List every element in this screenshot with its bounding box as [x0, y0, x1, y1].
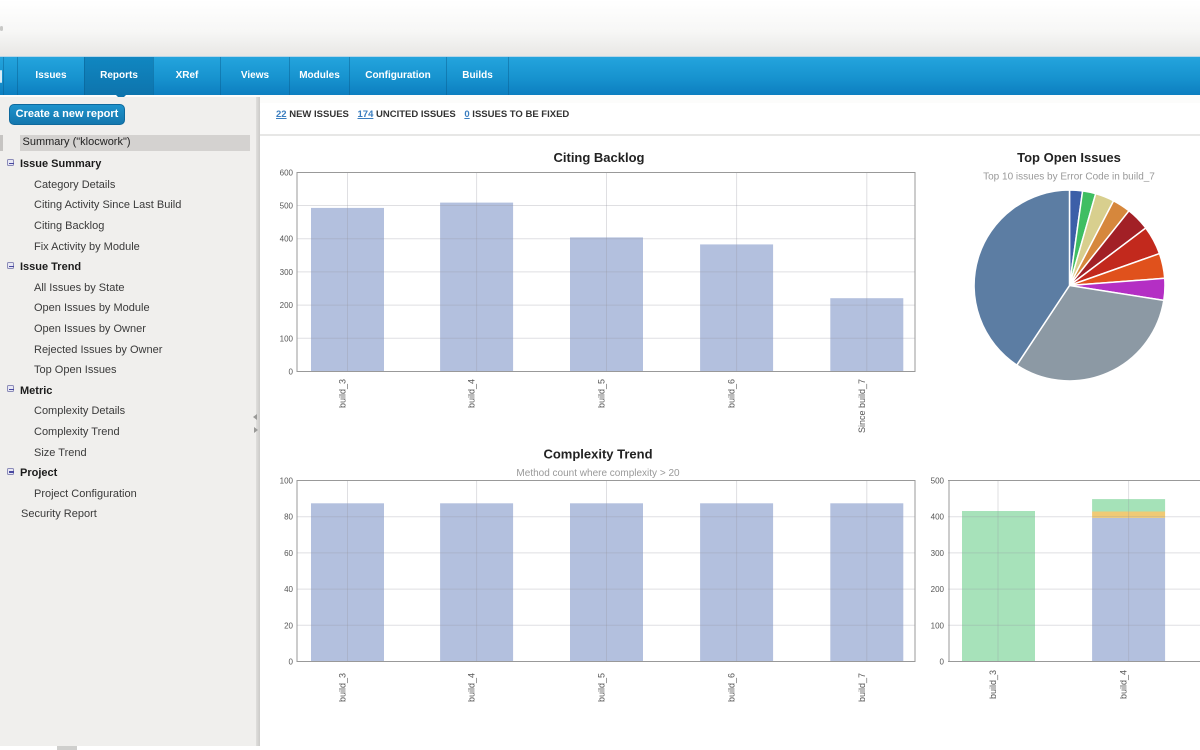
svg-text:Complexity Trend: Complexity Trend [543, 447, 652, 462]
svg-text:build_3: build_3 [338, 379, 348, 408]
svg-text:Since build_7: Since build_7 [857, 379, 867, 433]
svg-text:400: 400 [280, 235, 294, 244]
svg-text:400: 400 [931, 513, 945, 522]
svg-text:300: 300 [280, 268, 294, 277]
svg-text:Top 10 issues by Error Code in: Top 10 issues by Error Code in build_7 [983, 172, 1155, 183]
svg-text:40: 40 [284, 585, 293, 594]
svg-text:build_4: build_4 [467, 379, 477, 408]
svg-text:100: 100 [280, 477, 294, 486]
svg-text:build_3: build_3 [338, 673, 348, 702]
svg-text:100: 100 [931, 621, 945, 630]
svg-text:0: 0 [289, 368, 294, 377]
svg-text:build_6: build_6 [727, 673, 737, 702]
svg-text:build_4: build_4 [1119, 670, 1129, 699]
svg-text:build_5: build_5 [597, 379, 607, 408]
svg-text:20: 20 [284, 621, 293, 630]
svg-text:build_5: build_5 [597, 673, 607, 702]
svg-text:Citing Backlog: Citing Backlog [553, 150, 644, 165]
svg-text:0: 0 [940, 658, 945, 667]
svg-text:60: 60 [284, 549, 293, 558]
svg-text:build_3: build_3 [988, 670, 998, 699]
svg-text:build_6: build_6 [727, 379, 737, 408]
svg-text:80: 80 [284, 513, 293, 522]
svg-text:500: 500 [280, 202, 294, 211]
svg-text:Top Open Issues: Top Open Issues [1017, 150, 1121, 165]
svg-text:300: 300 [931, 549, 945, 558]
svg-text:Method count where complexity: Method count where complexity > 20 [516, 468, 680, 479]
svg-text:build_7: build_7 [857, 673, 867, 702]
svg-text:0: 0 [289, 658, 294, 667]
svg-text:600: 600 [280, 169, 294, 178]
svg-text:200: 200 [931, 585, 945, 594]
svg-text:100: 100 [280, 334, 294, 343]
svg-text:500: 500 [931, 477, 945, 486]
svg-text:build_4: build_4 [467, 673, 477, 702]
svg-text:200: 200 [280, 301, 294, 310]
